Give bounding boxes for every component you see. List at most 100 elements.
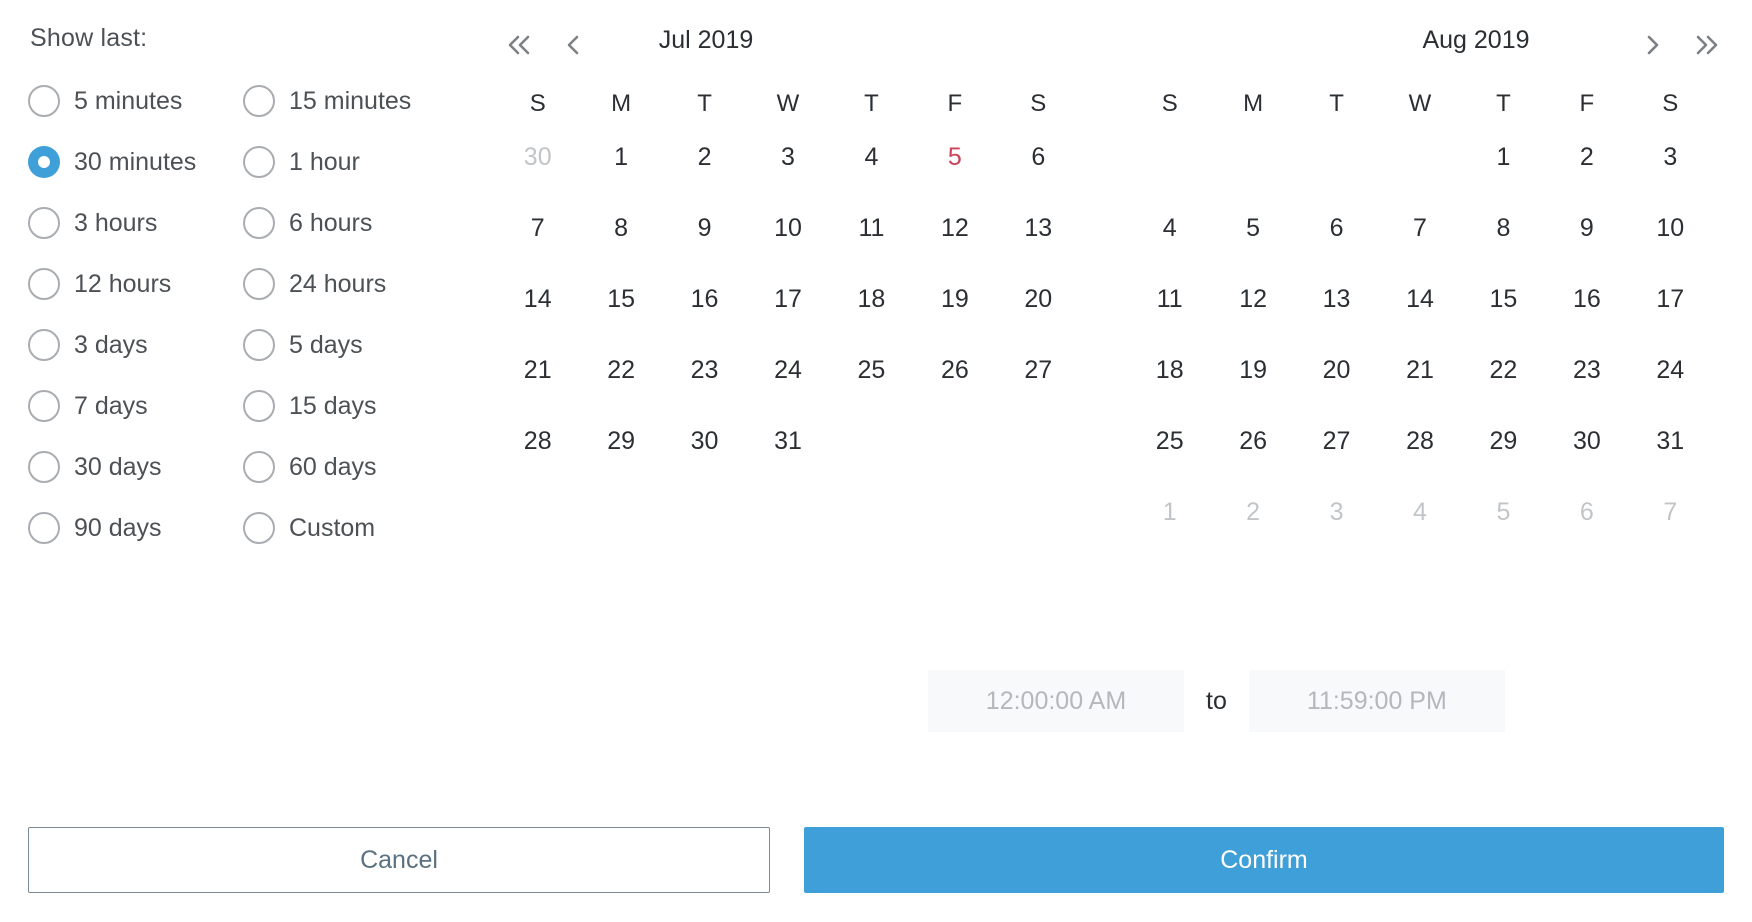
calendar-day-cell[interactable]: 6 <box>1545 477 1628 548</box>
calendar-day-cell[interactable]: 22 <box>579 335 662 406</box>
start-time-input[interactable] <box>928 670 1184 732</box>
calendar-day-cell[interactable]: 17 <box>1629 264 1712 335</box>
radio-option-15-days[interactable]: 15 days <box>243 388 458 424</box>
calendar-day-cell[interactable]: 25 <box>1128 406 1211 477</box>
radio-option-1-hour[interactable]: 1 hour <box>243 144 458 180</box>
calendar-day-cell[interactable]: 9 <box>663 193 746 264</box>
radio-option-3-hours[interactable]: 3 hours <box>28 205 243 241</box>
calendar-day-cell[interactable]: 14 <box>1378 264 1461 335</box>
right-month-title: Aug 2019 <box>1422 26 1530 54</box>
calendar-day-cell[interactable]: 3 <box>1295 477 1378 548</box>
calendar-day-cell[interactable]: 6 <box>997 122 1080 193</box>
radio-option-6-hours[interactable]: 6 hours <box>243 205 458 241</box>
calendar-day-cell[interactable]: 16 <box>1545 264 1628 335</box>
radio-option-5-days[interactable]: 5 days <box>243 327 458 363</box>
calendar-day-cell[interactable]: 7 <box>496 193 579 264</box>
calendar-day-cell[interactable]: 19 <box>1211 335 1294 406</box>
calendar-day-cell[interactable]: 3 <box>746 122 829 193</box>
calendar-day-cell[interactable]: 7 <box>1378 193 1461 264</box>
calendar-day-cell[interactable]: 7 <box>1629 477 1712 548</box>
radio-option-custom[interactable]: Custom <box>243 510 458 546</box>
calendar-day-cell[interactable]: 19 <box>913 264 996 335</box>
cancel-button[interactable]: Cancel <box>28 827 770 893</box>
calendar-day-cell[interactable]: 6 <box>1295 193 1378 264</box>
calendar-day-cell[interactable]: 21 <box>1378 335 1461 406</box>
calendar-day-cell[interactable]: 13 <box>1295 264 1378 335</box>
calendar-day-cell[interactable]: 28 <box>496 406 579 477</box>
calendar-day-cell[interactable]: 1 <box>1128 477 1211 548</box>
calendar-day-cell[interactable]: 11 <box>830 193 913 264</box>
calendar-day-cell[interactable]: 20 <box>1295 335 1378 406</box>
calendar-day-cell[interactable]: 15 <box>579 264 662 335</box>
calendar-day-cell[interactable]: 13 <box>997 193 1080 264</box>
radio-option-5-minutes[interactable]: 5 minutes <box>28 83 243 119</box>
double-chevron-left-icon[interactable] <box>502 22 536 66</box>
calendar-day-cell[interactable]: 25 <box>830 335 913 406</box>
calendar-day-cell[interactable]: 23 <box>663 335 746 406</box>
calendar-day-cell[interactable]: 2 <box>1211 477 1294 548</box>
calendar-day-cell[interactable]: 20 <box>997 264 1080 335</box>
calendar-week-row: 4 5 6 7 8 9 10 <box>1128 193 1712 264</box>
calendar-day-cell[interactable]: 15 <box>1462 264 1545 335</box>
calendar-day-cell[interactable]: 11 <box>1128 264 1211 335</box>
calendar-day-cell[interactable]: 31 <box>746 406 829 477</box>
confirm-button[interactable]: Confirm <box>804 827 1724 893</box>
calendar-day-cell[interactable]: 26 <box>913 335 996 406</box>
calendar-day-cell[interactable]: 2 <box>1545 122 1628 193</box>
radio-option-label: 90 days <box>74 513 162 542</box>
weekday-header-cell: W <box>1408 90 1432 117</box>
calendar-day-cell[interactable]: 1 <box>579 122 662 193</box>
calendar-day-cell[interactable]: 1 <box>1462 122 1545 193</box>
calendar-day-cell[interactable]: 30 <box>496 122 579 193</box>
calendar-day-cell[interactable]: 4 <box>1378 477 1461 548</box>
radio-unselected-icon <box>243 512 275 544</box>
calendar-day-cell[interactable]: 10 <box>746 193 829 264</box>
calendar-day-cell[interactable]: 30 <box>1545 406 1628 477</box>
calendar-day-cell[interactable]: 5 <box>1462 477 1545 548</box>
calendar-day-cell[interactable]: 22 <box>1462 335 1545 406</box>
calendar-day-cell[interactable]: 2 <box>663 122 746 193</box>
calendar-day-today[interactable]: 5 <box>913 122 996 193</box>
radio-option-60-days[interactable]: 60 days <box>243 449 458 485</box>
calendar-day-cell[interactable]: 18 <box>830 264 913 335</box>
radio-option-24-hours[interactable]: 24 hours <box>243 266 458 302</box>
calendar-day-cell[interactable]: 27 <box>1295 406 1378 477</box>
calendar-day-cell[interactable]: 28 <box>1378 406 1461 477</box>
radio-option-15-minutes[interactable]: 15 minutes <box>243 83 458 119</box>
radio-option-30-days[interactable]: 30 days <box>28 449 243 485</box>
end-time-input[interactable] <box>1248 670 1505 732</box>
calendar-day-cell[interactable]: 27 <box>997 335 1080 406</box>
radio-option-label: 24 hours <box>289 269 387 298</box>
calendar-day-cell[interactable]: 16 <box>663 264 746 335</box>
calendar-day-cell[interactable]: 23 <box>1545 335 1628 406</box>
calendar-day-cell[interactable]: 5 <box>1211 193 1294 264</box>
radio-option-90-days[interactable]: 90 days <box>28 510 243 546</box>
calendar-day-cell[interactable]: 10 <box>1629 193 1712 264</box>
radio-option-3-days[interactable]: 3 days <box>28 327 243 363</box>
calendar-day-cell[interactable]: 29 <box>579 406 662 477</box>
calendar-day-cell[interactable]: 29 <box>1462 406 1545 477</box>
double-chevron-right-icon[interactable] <box>1690 22 1724 66</box>
calendar-day-cell[interactable]: 12 <box>913 193 996 264</box>
calendar-day-cell[interactable]: 14 <box>496 264 579 335</box>
calendar-day-cell[interactable]: 17 <box>746 264 829 335</box>
calendar-day-cell[interactable]: 8 <box>1462 193 1545 264</box>
calendar-day-cell[interactable]: 21 <box>496 335 579 406</box>
calendar-day-cell[interactable]: 26 <box>1211 406 1294 477</box>
radio-option-30-minutes[interactable]: 30 minutes <box>28 144 243 180</box>
radio-option-12-hours[interactable]: 12 hours <box>28 266 243 302</box>
radio-option-7-days[interactable]: 7 days <box>28 388 243 424</box>
calendar-day-cell[interactable]: 4 <box>1128 193 1211 264</box>
calendar-day-cell[interactable]: 4 <box>830 122 913 193</box>
calendar-day-cell[interactable]: 18 <box>1128 335 1211 406</box>
chevron-right-icon[interactable] <box>1636 22 1670 66</box>
calendar-day-cell[interactable]: 30 <box>663 406 746 477</box>
calendar-day-cell[interactable]: 12 <box>1211 264 1294 335</box>
calendar-day-cell[interactable]: 8 <box>579 193 662 264</box>
calendar-day-cell[interactable]: 9 <box>1545 193 1628 264</box>
calendar-day-cell[interactable]: 3 <box>1629 122 1712 193</box>
calendar-day-cell[interactable]: 24 <box>1629 335 1712 406</box>
radio-unselected-icon <box>243 268 275 300</box>
calendar-day-cell[interactable]: 31 <box>1629 406 1712 477</box>
calendar-day-cell[interactable]: 24 <box>746 335 829 406</box>
